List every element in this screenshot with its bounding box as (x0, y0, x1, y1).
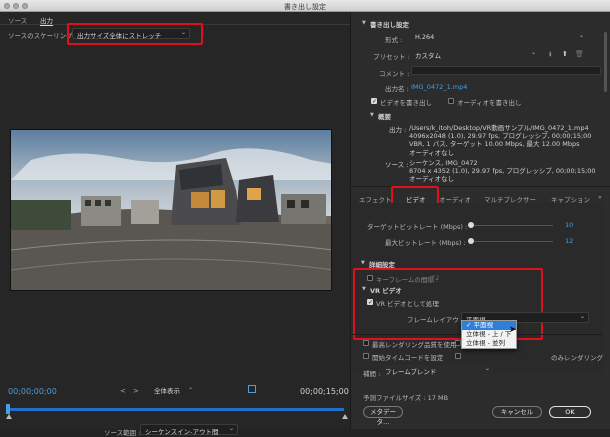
preset-label: プリセット : (373, 53, 410, 61)
max-bitrate-knob[interactable] (468, 238, 474, 244)
estimated-size: 予測ファイルサイズ : 17 MB (363, 394, 449, 402)
format-label: 形式 : (385, 36, 403, 44)
export-video-checkbox[interactable] (371, 98, 377, 104)
expand-triangle-icon[interactable]: ▼ (362, 20, 366, 26)
alpha-channel-label: のみレンダリング (551, 354, 603, 362)
in-point-marker[interactable] (6, 414, 12, 419)
summary-line: VBR, 1 パス, ターゲット 10.00 Mbps, 最大 12.00 Mb… (409, 140, 580, 149)
title-bar: 書き出し設定 (0, 0, 610, 12)
export-audio-checkbox[interactable] (448, 98, 454, 104)
preview-pane: ソース 出力 ソースのスケーリング : 出力サイズ全体にストレッチ ⌄ 00;0… (0, 12, 350, 437)
format-value: H.264 (415, 33, 435, 41)
aspect-ratio-icon[interactable] (248, 385, 256, 393)
chevron-down-icon: ⌄ (180, 29, 186, 36)
mouse-cursor-icon: ➤ (509, 325, 517, 335)
timecode-end: 00;00;15;00 (300, 387, 349, 396)
chevron-down-icon: ⌄ (579, 313, 585, 320)
export-settings-heading: 書き出し設定 (370, 21, 409, 29)
source-range-value: シーケンスイン-アウト間 (145, 428, 219, 436)
chevron-down-icon: ⌄ (578, 32, 584, 39)
target-bitrate-value[interactable]: 10 (565, 221, 573, 229)
process-as-vr-checkbox[interactable] (367, 299, 373, 305)
timecode-field-checkbox[interactable] (455, 353, 461, 359)
summary-line: シーケンス, IMG_0472 (409, 159, 478, 167)
format-dropdown[interactable]: H.264 ⌄ (411, 32, 587, 43)
max-bitrate-slider[interactable] (469, 241, 553, 242)
zoom-dropdown[interactable]: 全体表示 ⌄ (150, 384, 196, 395)
export-video-label: ビデオを書き出し (380, 99, 432, 107)
scaling-value: 出力サイズ全体にストレッチ (77, 32, 162, 40)
chevron-down-icon: ⌄ (484, 365, 490, 372)
process-as-vr-label: VR ビデオとして処理 (376, 300, 439, 308)
window-title: 書き出し設定 (284, 3, 326, 11)
source-range-dropdown[interactable]: シーケンスイン-アウト間 ⌄ (140, 424, 238, 436)
option-label: 立体視 - 上 / 下 (466, 330, 512, 338)
max-render-quality-checkbox[interactable] (363, 340, 369, 346)
summary-line: オーディオなし (409, 175, 455, 184)
option-label: 平面視 (473, 321, 494, 329)
timecode-start[interactable]: 00;00;00;00 (8, 387, 57, 396)
delete-preset-icon[interactable]: 🗑 (575, 50, 584, 58)
interpolation-value: フレームブレンド (385, 368, 437, 376)
scaling-dropdown[interactable]: 出力サイズ全体にストレッチ ⌄ (72, 28, 190, 40)
summary-output-label: 出力 : (389, 126, 407, 134)
panorama-image (11, 130, 331, 290)
settings-pane: ▼ 書き出し設定 形式 : H.264 ⌄ プリセット : カスタム ⌄ ⭳ ⬆… (350, 12, 610, 429)
output-name-label: 出力名 : (385, 85, 409, 93)
ok-button[interactable]: OK (549, 406, 591, 418)
option-label: 立体視 - 並列 (466, 339, 505, 347)
export-audio-label: オーディオを書き出し (457, 99, 522, 107)
timeline-range-bar[interactable] (8, 408, 344, 411)
playhead[interactable] (6, 404, 10, 414)
preset-value: カスタム (415, 52, 441, 60)
preset-dropdown[interactable]: カスタム ⌄ (411, 49, 539, 60)
out-point-marker[interactable] (342, 414, 348, 419)
interpolation-label: 補間 : (363, 370, 381, 378)
vr-video-heading: VR ビデオ (370, 287, 402, 295)
expand-triangle-icon[interactable]: ▼ (362, 286, 366, 292)
comment-field[interactable] (411, 66, 601, 75)
comment-label: コメント : (379, 70, 410, 78)
start-timecode-checkbox[interactable] (363, 353, 369, 359)
save-preset-icon[interactable]: ⭳ (549, 50, 551, 61)
target-bitrate-knob[interactable] (468, 222, 474, 228)
frame-layout-option-stereo-side-by-side[interactable]: 立体視 - 並列 (462, 339, 516, 348)
summary-line: オーディオなし (409, 148, 455, 157)
zoom-value: 全体表示 (154, 387, 180, 395)
more-tabs-icon[interactable]: » (598, 194, 602, 201)
max-bitrate-label: 最大ビットレート (Mbps) : (385, 239, 466, 247)
divider (351, 186, 610, 187)
step-back-icon[interactable]: < (120, 387, 126, 395)
target-bitrate-label: ターゲットビットレート (Mbps) : (367, 223, 468, 231)
interpolation-dropdown[interactable]: フレームブレンド ⌄ (381, 365, 493, 376)
target-bitrate-slider[interactable] (469, 225, 553, 226)
import-preset-icon[interactable]: ⬆ (562, 50, 568, 58)
start-timecode-label: 開始タイムコードを設定 (372, 354, 444, 362)
summary-line: /Users/k_itoh/Desktop/VR動画サンプル/IMG_0472_… (409, 124, 589, 132)
summary-output-text: /Users/k_itoh/Desktop/VR動画サンプル/IMG_0472_… (409, 124, 591, 157)
frame-layout-option-mono[interactable]: ✓ 平面視 (462, 321, 516, 330)
checkmark-icon: ✓ (466, 321, 474, 329)
chevron-down-icon: ⌄ (187, 384, 193, 391)
chevron-down-icon: ⌄ (530, 49, 536, 56)
summary-heading: 概要 (378, 113, 391, 121)
frame-layout-option-stereo-top-bottom[interactable]: 立体視 - 上 / 下 (462, 330, 516, 339)
expand-triangle-icon[interactable]: ▼ (361, 260, 365, 266)
max-bitrate-value[interactable]: 12 (565, 237, 573, 245)
scrollbar-thumb[interactable] (604, 32, 607, 92)
output-name-link[interactable]: IMG_0472_1.mp4 (411, 83, 467, 91)
metadata-button[interactable]: メタデータ... (363, 406, 403, 426)
video-preview (10, 129, 332, 291)
summary-source-text: シーケンス, IMG_0472 8704 x 4352 (1.0), 29.97… (409, 159, 596, 184)
max-render-quality-label: 最高レンダリング品質を使用 (372, 341, 457, 349)
step-forward-icon[interactable]: > (133, 387, 139, 395)
summary-source-label: ソース : (385, 161, 409, 169)
expand-triangle-icon[interactable]: ▼ (370, 112, 374, 118)
cancel-button[interactable]: キャンセル (492, 406, 542, 418)
